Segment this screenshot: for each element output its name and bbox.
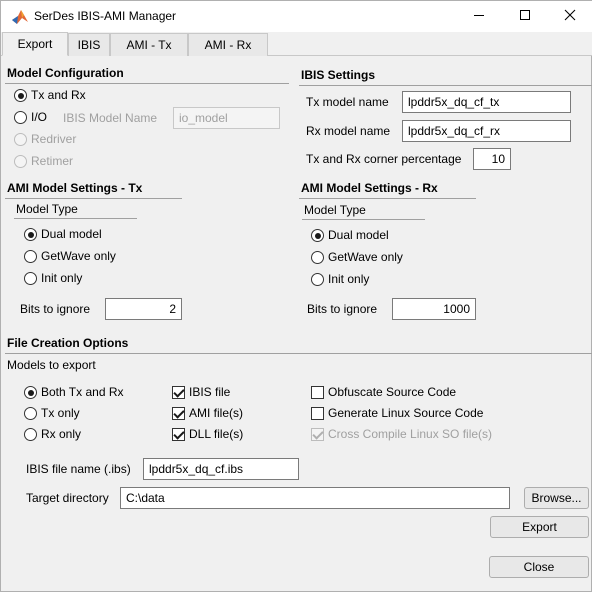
- ami-files-label: AMI file(s): [189, 406, 243, 420]
- models-to-export-label: Models to export: [7, 358, 96, 372]
- ami-rx-title: AMI Model Settings - Rx: [301, 181, 438, 195]
- tab-ibis[interactable]: IBIS: [68, 33, 110, 56]
- maximize-button[interactable]: [502, 1, 548, 32]
- tx-dual-model-radio[interactable]: [24, 228, 37, 241]
- rx-getwave-only-label: GetWave only: [328, 250, 403, 264]
- ami-rx-divider: [299, 198, 476, 199]
- title-bar: SerDes IBIS-AMI Manager: [1, 1, 592, 32]
- export-button[interactable]: Export: [490, 516, 589, 538]
- rx-init-only-radio[interactable]: [311, 273, 324, 286]
- generate-linux-source-checkbox[interactable]: [311, 407, 324, 420]
- tab-ami-rx[interactable]: AMI - Rx: [188, 33, 268, 56]
- ami-rx-model-type-divider: [302, 219, 425, 220]
- target-directory-label: Target directory: [26, 491, 109, 505]
- ami-rx-model-type-label: Model Type: [304, 203, 366, 217]
- tx-bits-to-ignore-input[interactable]: 2: [105, 298, 182, 320]
- corner-percentage-input[interactable]: 10: [473, 148, 511, 170]
- close-button[interactable]: Close: [489, 556, 589, 578]
- cross-compile-linux-label: Cross Compile Linux SO file(s): [328, 427, 493, 441]
- rx-dual-model-label: Dual model: [328, 228, 389, 242]
- rx-getwave-only-radio[interactable]: [311, 251, 324, 264]
- export-tx-only-label: Tx only: [41, 406, 80, 420]
- tab-ami-tx[interactable]: AMI - Tx: [110, 33, 188, 56]
- export-both-radio[interactable]: [24, 386, 37, 399]
- rx-dual-model-radio[interactable]: [311, 229, 324, 242]
- ibis-model-name-label: IBIS Model Name: [63, 111, 158, 125]
- dll-files-checkbox[interactable]: [172, 428, 185, 441]
- obfuscate-source-checkbox[interactable]: [311, 386, 324, 399]
- window-title: SerDes IBIS-AMI Manager: [34, 9, 177, 23]
- dll-files-label: DLL file(s): [189, 427, 244, 441]
- corner-percentage-label: Tx and Rx corner percentage: [306, 152, 462, 166]
- browse-button[interactable]: Browse...: [524, 487, 589, 509]
- redriver-label: Redriver: [31, 132, 77, 146]
- io-radio[interactable]: [14, 111, 27, 124]
- minimize-icon: [473, 9, 485, 24]
- ami-tx-title: AMI Model Settings - Tx: [7, 181, 143, 195]
- tx-and-rx-radio[interactable]: [14, 89, 27, 102]
- retimer-radio[interactable]: [14, 155, 27, 168]
- tx-init-only-label: Init only: [41, 271, 83, 285]
- model-configuration-divider: [5, 83, 289, 84]
- ami-tx-model-type-divider: [14, 218, 137, 219]
- cross-compile-linux-checkbox[interactable]: [311, 428, 324, 441]
- maximize-icon: [519, 9, 531, 24]
- rx-bits-to-ignore-label: Bits to ignore: [307, 302, 378, 316]
- rx-init-only-label: Init only: [328, 272, 370, 286]
- tx-init-only-radio[interactable]: [24, 272, 37, 285]
- ibis-file-checkbox[interactable]: [172, 386, 185, 399]
- tx-model-name-input[interactable]: lpddr5x_dq_cf_tx: [402, 91, 571, 113]
- io-label: I/O: [31, 110, 48, 124]
- ibis-file-name-input[interactable]: lpddr5x_dq_cf.ibs: [143, 458, 299, 480]
- serdes-ibis-ami-manager-window: SerDes IBIS-AMI Manager Export IBIS AMI …: [0, 0, 592, 592]
- close-window-button[interactable]: [547, 1, 592, 32]
- tab-strip: Export IBIS AMI - Tx AMI - Rx: [1, 32, 592, 56]
- generate-linux-source-label: Generate Linux Source Code: [328, 406, 484, 420]
- obfuscate-source-label: Obfuscate Source Code: [328, 385, 457, 399]
- file-creation-options-divider: [5, 353, 592, 354]
- tx-getwave-only-radio[interactable]: [24, 250, 37, 263]
- tx-dual-model-label: Dual model: [41, 227, 102, 241]
- ami-files-checkbox[interactable]: [172, 407, 185, 420]
- export-both-label: Both Tx and Rx: [41, 385, 124, 399]
- ibis-settings-title: IBIS Settings: [301, 68, 376, 82]
- tx-model-name-label: Tx model name: [306, 95, 389, 109]
- export-rx-only-radio[interactable]: [24, 428, 37, 441]
- tab-export[interactable]: Export: [2, 32, 68, 56]
- minimize-button[interactable]: [456, 1, 502, 32]
- tx-bits-to-ignore-label: Bits to ignore: [20, 302, 91, 316]
- export-rx-only-label: Rx only: [41, 427, 82, 441]
- matlab-logo-icon: [11, 8, 29, 26]
- rx-model-name-label: Rx model name: [306, 124, 391, 138]
- ibis-file-name-label: IBIS file name (.ibs): [26, 462, 131, 476]
- model-configuration-title: Model Configuration: [7, 66, 124, 80]
- ibis-file-label: IBIS file: [189, 385, 231, 399]
- ami-tx-divider: [5, 198, 182, 199]
- rx-model-name-input[interactable]: lpddr5x_dq_cf_rx: [402, 120, 571, 142]
- tx-and-rx-label: Tx and Rx: [31, 88, 86, 102]
- export-tx-only-radio[interactable]: [24, 407, 37, 420]
- file-creation-options-title: File Creation Options: [7, 336, 129, 350]
- redriver-radio[interactable]: [14, 133, 27, 146]
- retimer-label: Retimer: [31, 154, 74, 168]
- target-directory-input[interactable]: C:\data: [120, 487, 510, 509]
- ibis-model-name-input[interactable]: io_model: [173, 107, 280, 129]
- rx-bits-to-ignore-input[interactable]: 1000: [392, 298, 476, 320]
- close-icon: [564, 9, 576, 24]
- ami-tx-model-type-label: Model Type: [16, 202, 78, 216]
- tx-getwave-only-label: GetWave only: [41, 249, 116, 263]
- ibis-settings-divider: [299, 85, 592, 86]
